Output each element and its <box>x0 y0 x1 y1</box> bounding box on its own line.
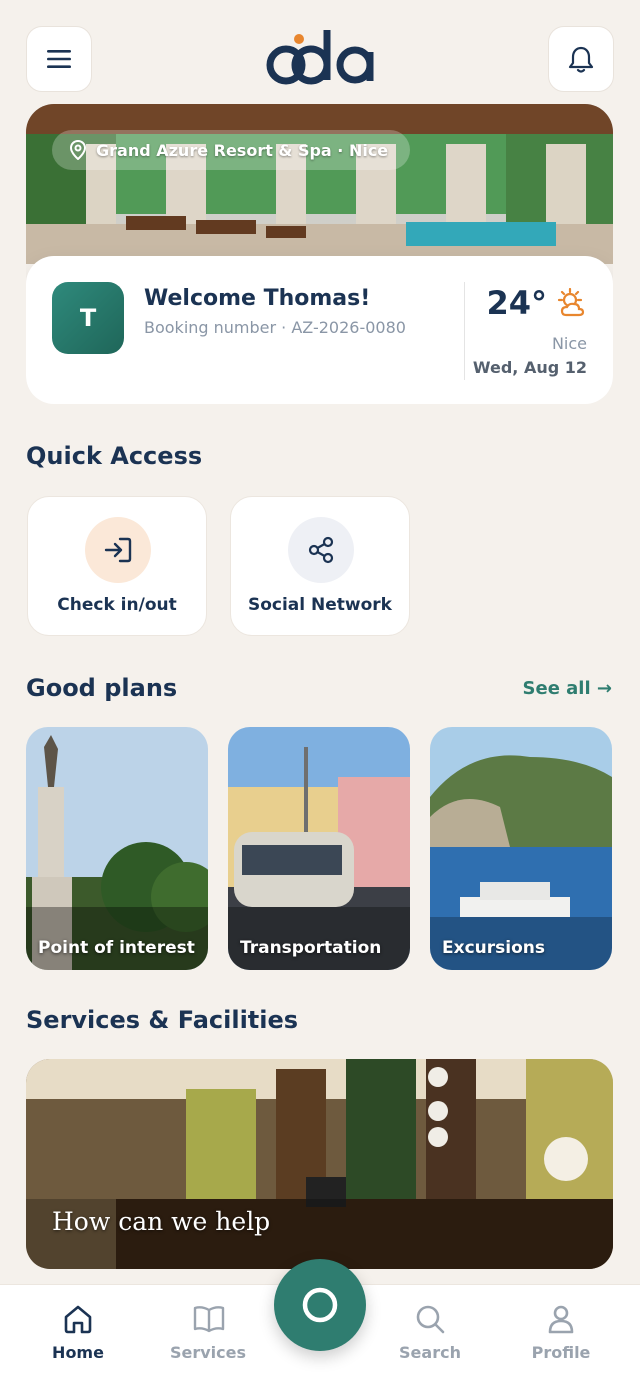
top-bar <box>26 26 614 92</box>
social-icon-wrap <box>288 517 354 583</box>
check-in-icon-wrap <box>85 517 151 583</box>
book-icon <box>193 1306 225 1333</box>
center-action-button[interactable] <box>274 1259 366 1351</box>
circle-icon <box>302 1287 338 1323</box>
plan-transportation[interactable]: Transportation <box>228 727 410 970</box>
social-network-button[interactable]: Social Network <box>230 496 410 636</box>
sign-in-icon <box>104 537 132 563</box>
see-all-link[interactable]: See all → <box>523 678 612 699</box>
weather-date: Wed, Aug 12 <box>472 358 587 377</box>
welcome-card: T Welcome Thomas! Booking number · AZ-20… <box>26 256 613 404</box>
plan-excursions[interactable]: Excursions <box>430 727 612 970</box>
user-icon <box>548 1305 574 1334</box>
check-in-out-button[interactable]: Check in/out <box>27 496 207 636</box>
menu-button[interactable] <box>26 26 92 92</box>
oda-logo <box>266 30 374 85</box>
avatar: T <box>52 282 124 354</box>
good-plans-title: Good plans <box>26 674 178 702</box>
temperature: 24° <box>486 284 547 322</box>
check-in-out-label: Check in/out <box>57 595 177 615</box>
plan-label: Transportation <box>240 938 382 958</box>
help-banner[interactable]: How can we help <box>26 1059 613 1269</box>
help-text: How can we help <box>52 1207 271 1236</box>
nav-search[interactable]: Search <box>375 1285 485 1381</box>
booking-number: Booking number · AZ-2026-0080 <box>144 318 406 337</box>
nav-label: Services <box>169 1343 247 1362</box>
bell-icon <box>568 46 594 73</box>
location-text: Grand Azure Resort & Spa · Nice <box>96 140 389 160</box>
plan-label: Excursions <box>442 938 545 958</box>
reception-photo <box>26 1059 613 1269</box>
monument-photo <box>26 727 208 970</box>
quick-access-title: Quick Access <box>26 442 203 470</box>
welcome-title: Welcome Thomas! <box>144 286 371 311</box>
social-network-label: Social Network <box>247 595 392 615</box>
nav-services[interactable]: Services <box>153 1285 263 1381</box>
nav-home[interactable]: Home <box>23 1285 133 1381</box>
pin-icon <box>70 140 86 160</box>
sun-cloud-icon <box>557 288 585 317</box>
location-pill: Grand Azure Resort & Spa · Nice <box>52 130 411 170</box>
plan-point-of-interest[interactable]: Point of interest <box>26 727 208 970</box>
card-divider <box>464 282 465 380</box>
nav-profile[interactable]: Profile <box>506 1285 616 1381</box>
notification-button[interactable] <box>548 26 614 92</box>
search-icon <box>416 1305 445 1334</box>
nav-label: Home <box>52 1343 104 1362</box>
plan-label: Point of interest <box>38 938 195 958</box>
hotel-photo <box>26 104 613 264</box>
services-title: Services & Facilities <box>26 1006 299 1034</box>
hotel-hero: Grand Azure Resort & Spa · Nice T Welcom… <box>26 104 613 404</box>
tram-photo <box>228 727 410 970</box>
boat-photo <box>430 727 612 970</box>
share-icon <box>308 536 334 564</box>
home-icon <box>64 1305 92 1334</box>
nav-label: Search <box>399 1343 461 1362</box>
nav-label: Profile <box>531 1343 591 1362</box>
hamburger-icon <box>47 50 71 68</box>
weather-city: Nice <box>551 334 587 353</box>
